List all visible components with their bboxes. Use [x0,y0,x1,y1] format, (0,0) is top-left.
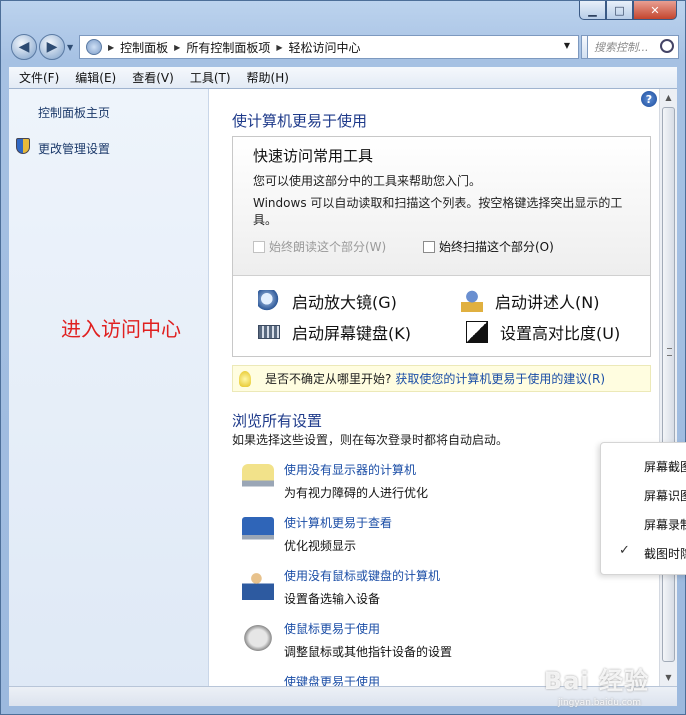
menu-file[interactable]: 文件(F) [19,69,59,86]
monitor-speech-icon [242,464,274,494]
browse-description: 如果选择这些设置，则在每次登录时都将自动启动。 [232,433,509,447]
grip-icon [667,348,672,356]
navigation-bar: ◀ ▶ ▼ ▶ 控制面板 ▶ 所有控制面板项 ▶ 轻松访问中心 ▼ ⟳ 搜索控制… [9,33,679,61]
annotation-text: 进入访问中心 [61,317,181,341]
chevron-right-icon[interactable]: ▶ [276,43,282,52]
checkbox-label: 始终扫描这个部分(O) [439,240,554,254]
user-icon [242,570,274,600]
search-placeholder: 搜索控制... [594,41,649,54]
checkbox-box[interactable] [253,240,265,253]
sidebar: 控制面板主页 更改管理设置 进入访问中心 [9,89,209,686]
chevron-right-icon[interactable]: ▶ [174,43,180,52]
menu-item-screenshot[interactable]: 屏幕截图 [644,458,686,475]
mouse-icon [242,623,274,653]
quick-access-scan-info: Windows 可以自动读取和扫描这个列表。按空格键选择突出显示的工具。 [253,196,623,227]
close-button[interactable]: ✕ [633,1,677,20]
keyboard-icon [242,676,274,686]
setting-link-mouse[interactable]: 使鼠标更易于使用 [284,620,380,637]
start-narrator-button[interactable]: 启动讲述人(N) [461,289,599,313]
window-controls: ▁ □ ✕ [579,1,677,20]
chevron-right-icon[interactable]: ▶ [108,43,114,52]
setting-description: 调整鼠标或其他指针设备的设置 [284,645,453,659]
keyboard-icon [258,325,280,339]
menu-item-screen-recognize[interactable]: 屏幕识图 [644,487,686,504]
lightbulb-icon [239,370,251,387]
scroll-up-icon[interactable]: ▲ [660,89,677,106]
window-frame: ▁ □ ✕ ◀ ▶ ▼ ▶ 控制面板 ▶ 所有控制面板项 ▶ 轻松访问中心 ▼ … [0,0,686,715]
sidebar-link-home[interactable]: 控制面板主页 [38,104,110,121]
checkbox-label: 始终朗读这个部分(W) [269,240,387,254]
setting-link-no-mouse-keyboard[interactable]: 使用没有鼠标或键盘的计算机 [284,567,440,584]
start-magnifier-button[interactable]: 启动放大镜(G) [258,289,397,313]
watermark-logo: Bai 经验 [543,667,649,695]
main-panel: ? 使计算机更易于使用 快速访问常用工具 您可以使用这部分中的工具来帮助您入门。… [209,89,659,686]
scroll-down-icon[interactable]: ▼ [660,669,677,686]
narrator-icon [461,290,483,312]
quick-access-panel: 快速访问常用工具 您可以使用这部分中的工具来帮助您入门。 Windows 可以自… [232,136,651,357]
recent-pages-dropdown-icon[interactable]: ▼ [67,43,73,52]
breadcrumb-all-items[interactable]: 所有控制面板项 [186,39,270,56]
start-on-screen-keyboard-button[interactable]: 启动屏幕键盘(K) [258,320,411,344]
scrollbar-thumb[interactable] [662,107,675,662]
quick-access-intro: 您可以使用这部分中的工具来帮助您入门。 [253,174,482,188]
suggestion-tip: 是否不确定从哪里开始? 获取使您的计算机更易于使用的建议(R) [232,365,651,392]
menu-bar: 文件(F) 编辑(E) 查看(V) 工具(T) 帮助(H) [9,67,677,89]
setting-link-no-display[interactable]: 使用没有显示器的计算机 [284,461,416,478]
always-scan-checkbox[interactable]: 始终扫描这个部分(O) [423,238,554,255]
setting-description: 优化视频显示 [284,539,357,553]
vertical-scrollbar[interactable]: ▲ ▼ [659,89,677,686]
magnified-monitor-icon [242,517,274,547]
menu-view[interactable]: 查看(V) [132,69,174,86]
menu-item-screen-record[interactable]: 屏幕录制 [644,516,686,533]
menu-item-hide-on-capture[interactable]: 截图时隐 [644,545,686,562]
page-title: 使计算机更易于使用 [232,112,368,130]
back-button[interactable]: ◀ [11,34,37,60]
search-icon[interactable] [660,39,674,53]
quick-access-heading: 快速访问常用工具 [253,147,374,165]
always-read-checkbox[interactable]: 始终朗读这个部分(W) [253,238,386,255]
help-icon[interactable]: ? [641,91,657,107]
sidebar-link-admin-settings[interactable]: 更改管理设置 [38,140,110,157]
watermark-url: jingyan.baidu.com [557,698,641,708]
tip-text: 是否不确定从哪里开始? [265,372,392,386]
menu-help[interactable]: 帮助(H) [247,69,289,86]
minimize-button[interactable]: ▁ [579,1,606,20]
tool-label: 启动屏幕键盘(K) [292,324,411,343]
address-bar[interactable]: ▶ 控制面板 ▶ 所有控制面板项 ▶ 轻松访问中心 ▼ [79,35,579,59]
menu-edit[interactable]: 编辑(E) [75,69,116,86]
menu-tools[interactable]: 工具(T) [190,69,231,86]
maximize-button[interactable]: □ [606,1,633,20]
uac-shield-icon [16,138,30,154]
browse-heading: 浏览所有设置 [232,412,323,430]
forward-button[interactable]: ▶ [39,34,65,60]
setting-link-easier-to-see[interactable]: 使计算机更易于查看 [284,514,392,531]
get-recommendations-link[interactable]: 获取使您的计算机更易于使用的建议(R) [395,370,605,387]
checkbox-box[interactable] [423,240,435,253]
address-dropdown-icon[interactable]: ▼ [564,41,570,50]
search-input[interactable]: 搜索控制... [587,35,679,59]
context-menu: 屏幕截图 屏幕识图 屏幕录制 ✓ 截图时隐 [600,442,686,575]
tool-label: 启动放大镜(G) [292,293,397,312]
quick-access-header: 快速访问常用工具 您可以使用这部分中的工具来帮助您入门。 Windows 可以自… [233,137,650,276]
setting-link-keyboard[interactable]: 使键盘更易于使用 [284,673,380,686]
breadcrumb-ease-of-access[interactable]: 轻松访问中心 [289,39,361,56]
breadcrumb-control-panel[interactable]: 控制面板 [120,39,168,56]
set-high-contrast-button[interactable]: 设置高对比度(U) [466,320,620,344]
high-contrast-icon [466,321,488,343]
content-area: 控制面板主页 更改管理设置 进入访问中心 ? 使计算机更易于使用 快速访问常用工… [9,89,677,686]
magnifier-icon [258,290,280,312]
setting-description: 为有视力障碍的人进行优化 [284,486,429,500]
tool-label: 设置高对比度(U) [500,324,621,343]
setting-description: 设置备选输入设备 [284,592,381,606]
check-icon: ✓ [619,543,630,558]
tool-label: 启动讲述人(N) [495,293,600,312]
control-panel-icon [86,39,102,55]
